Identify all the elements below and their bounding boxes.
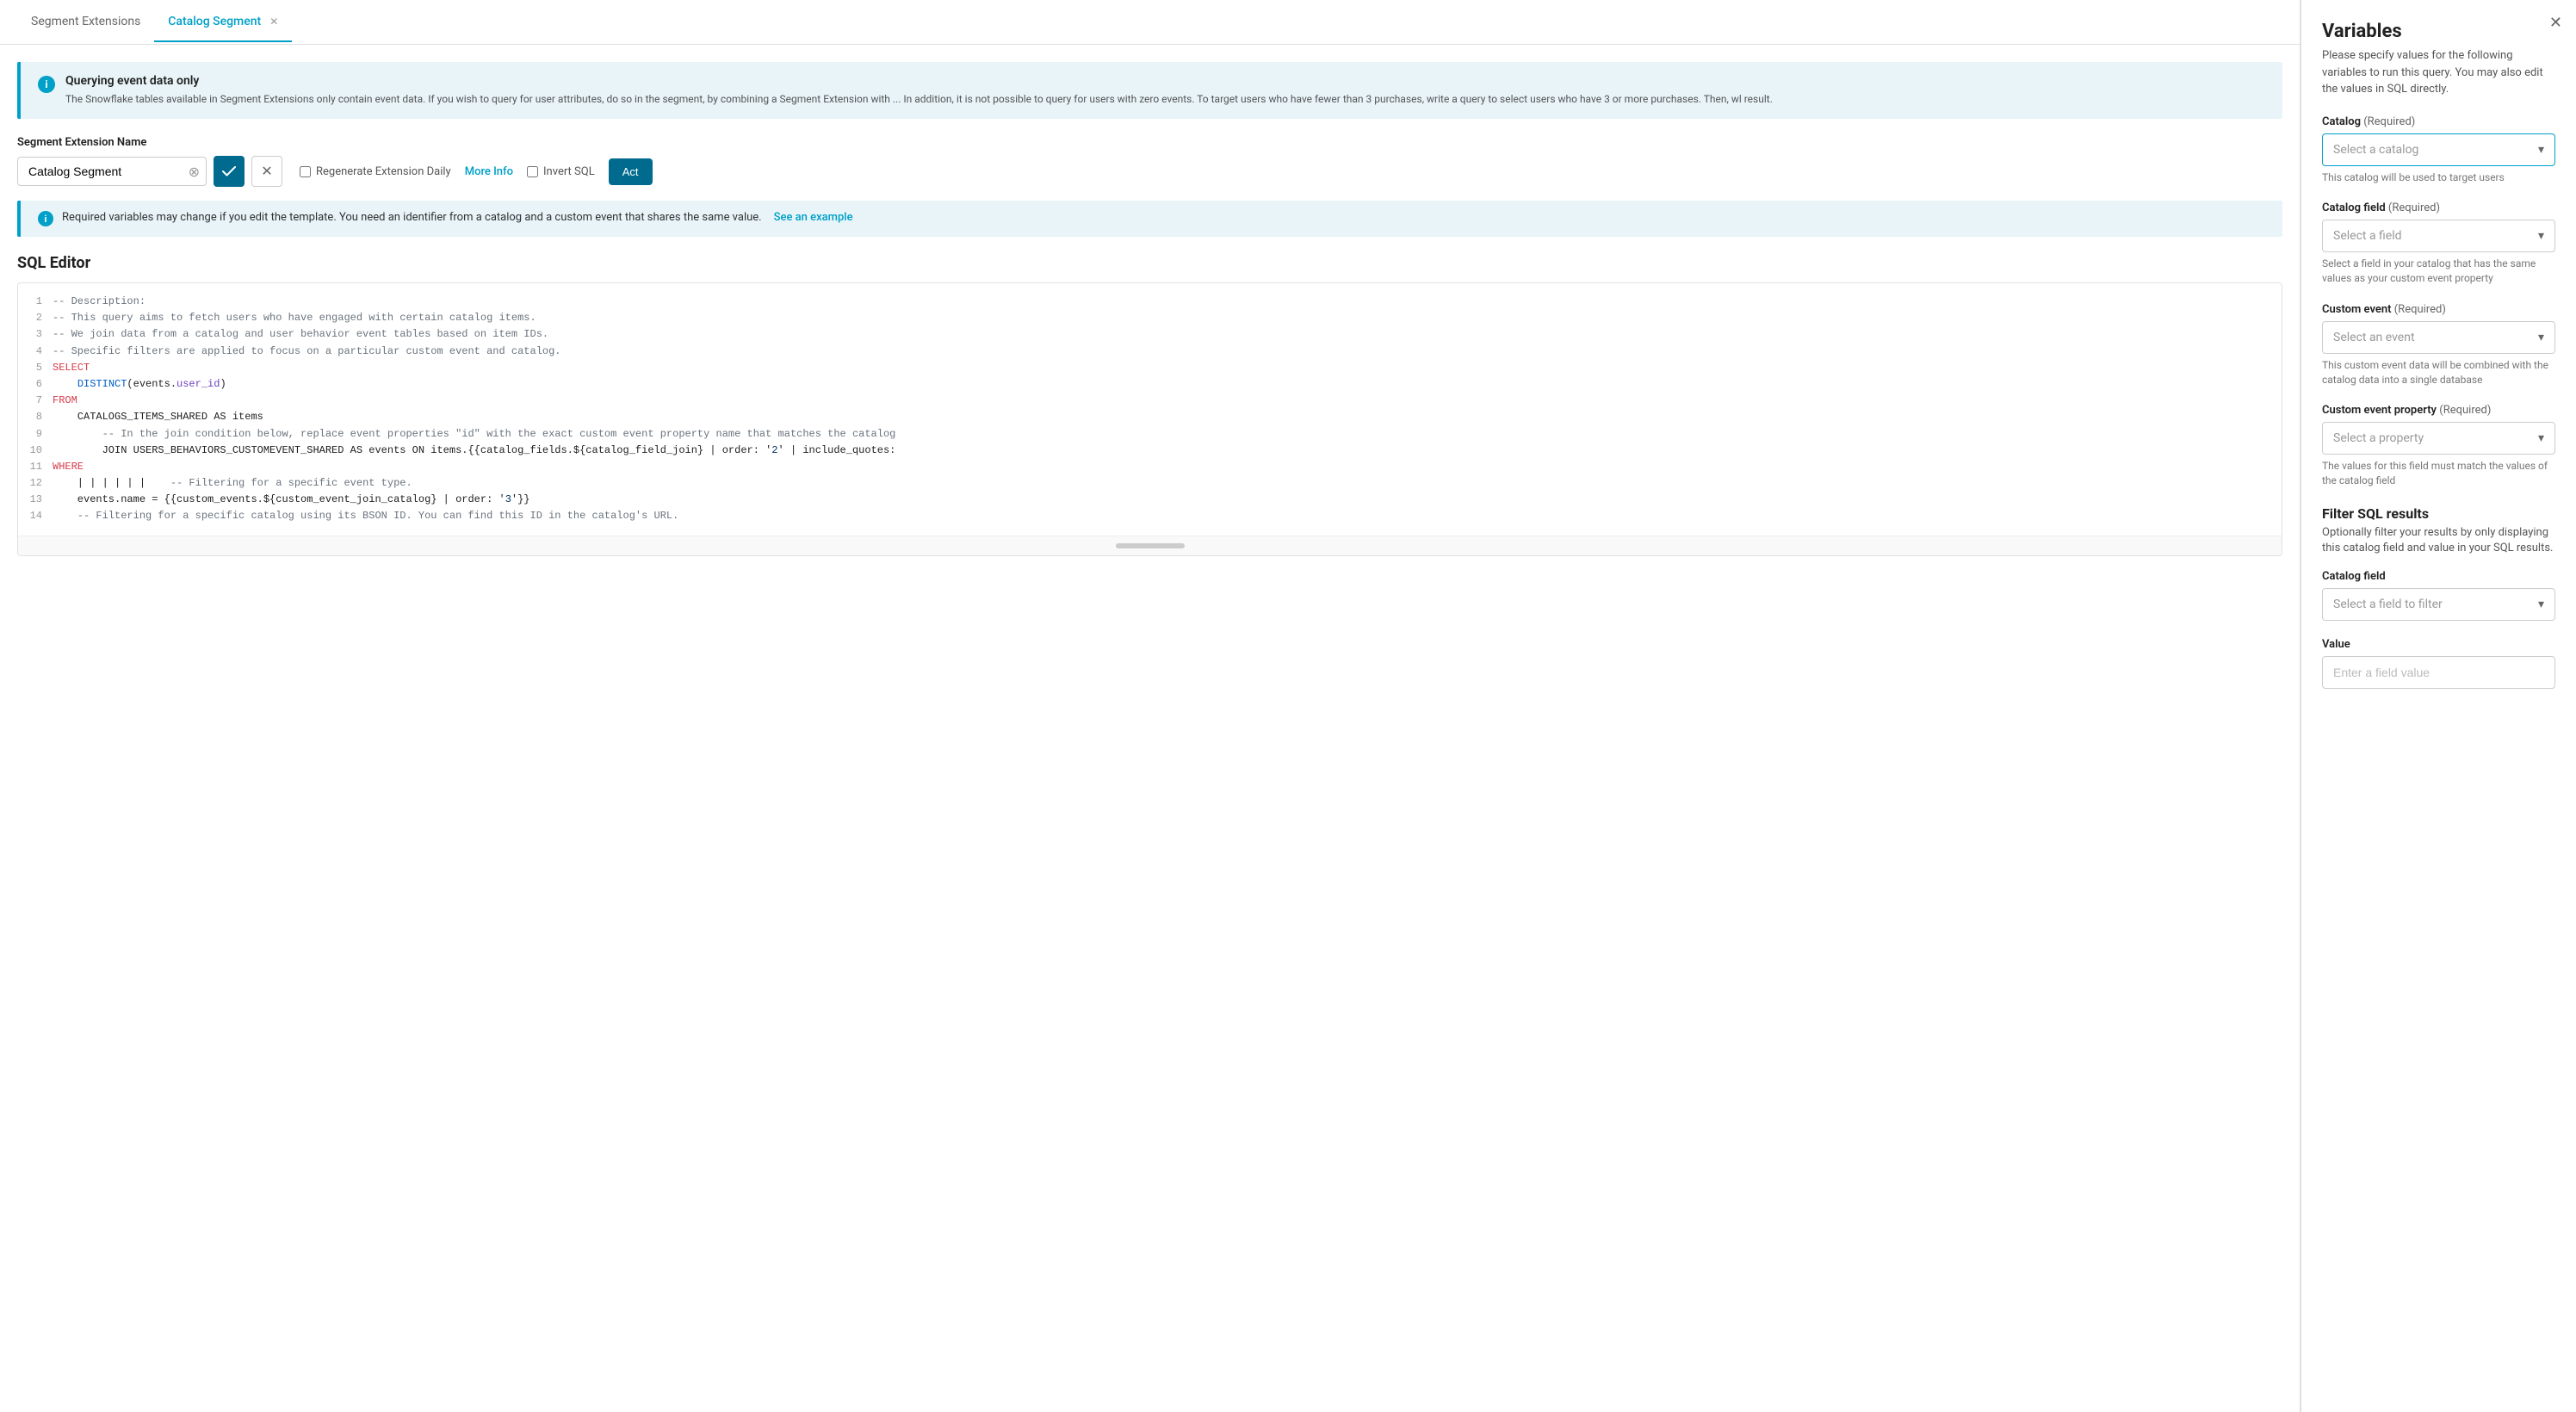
act-button[interactable]: Act bbox=[609, 158, 653, 185]
filter-section-divider: Filter SQL results Optionally filter you… bbox=[2322, 505, 2555, 556]
filter-value-label: Value bbox=[2322, 638, 2555, 651]
custom-event-hint: This custom event data will be combined … bbox=[2322, 358, 2555, 387]
sql-editor-section: SQL Editor 1 -- Description: 2 -- This q… bbox=[0, 237, 2300, 573]
name-section: Segment Extension Name ⊗ ✕ Regenerate Ex… bbox=[0, 119, 2300, 187]
req-banner: i Required variables may change if you e… bbox=[17, 201, 2282, 237]
scrollbar-area bbox=[18, 536, 2282, 555]
sql-line: 14 -- Filtering for a specific catalog u… bbox=[18, 508, 2282, 524]
regenerate-checkbox[interactable] bbox=[300, 166, 311, 177]
clear-input-icon[interactable]: ⊗ bbox=[189, 164, 200, 180]
catalog-chevron-icon: ▾ bbox=[2538, 143, 2544, 157]
req-banner-text: Required variables may change if you edi… bbox=[62, 211, 762, 224]
catalog-field-group: Catalog (Required) Select a catalog ▾ Th… bbox=[2322, 115, 2555, 185]
more-info-link[interactable]: More Info bbox=[465, 165, 513, 178]
main-content: i Querying event data only The Snowflake… bbox=[0, 45, 2300, 1412]
filter-field-chevron-icon: ▾ bbox=[2538, 598, 2544, 611]
filter-value-input[interactable] bbox=[2322, 656, 2555, 689]
catalog-field2-select[interactable]: Select a field ▾ bbox=[2322, 220, 2555, 252]
info-icon: i bbox=[38, 76, 55, 93]
custom-event-group: Custom event (Required) Select an event … bbox=[2322, 303, 2555, 387]
main-area: Segment Extensions Catalog Segment ✕ i Q… bbox=[0, 0, 2300, 1412]
scroll-thumb[interactable] bbox=[1116, 543, 1185, 548]
custom-event-required-label: (Required) bbox=[2394, 303, 2446, 316]
info-banner-title: Querying event data only bbox=[65, 74, 1773, 88]
custom-event-property-required-label: (Required) bbox=[2439, 404, 2491, 417]
tab-close-icon[interactable]: ✕ bbox=[269, 15, 278, 28]
info-banner-text: The Snowflake tables available in Segmen… bbox=[65, 91, 1773, 107]
sql-line: 5 SELECT bbox=[18, 360, 2282, 376]
sql-line: 11 WHERE bbox=[18, 459, 2282, 475]
options-row: Regenerate Extension Daily More Info Inv… bbox=[300, 158, 653, 185]
tab-catalog-segment[interactable]: Catalog Segment ✕ bbox=[154, 3, 292, 42]
catalog-field2-placeholder: Select a field bbox=[2333, 229, 2402, 243]
filter-field-group: Catalog field Select a field to filter ▾ bbox=[2322, 570, 2555, 621]
see-example-link[interactable]: See an example bbox=[774, 211, 853, 224]
custom-event-property-placeholder: Select a property bbox=[2333, 431, 2424, 445]
sql-line: 9 -- In the join condition below, replac… bbox=[18, 426, 2282, 443]
filter-field-select[interactable]: Select a field to filter ▾ bbox=[2322, 588, 2555, 621]
panel-title: Variables bbox=[2322, 21, 2555, 42]
tab-label-segment-extensions: Segment Extensions bbox=[31, 15, 140, 28]
cancel-icon: ✕ bbox=[261, 163, 272, 180]
catalog-select[interactable]: Select a catalog ▾ bbox=[2322, 133, 2555, 166]
invert-sql-checkbox[interactable] bbox=[527, 166, 538, 177]
sql-line: 13 events.name = {{custom_events.${custo… bbox=[18, 492, 2282, 508]
tab-bar: Segment Extensions Catalog Segment ✕ bbox=[0, 0, 2300, 45]
sql-line: 8 CATALOGS_ITEMS_SHARED AS items bbox=[18, 409, 2282, 425]
custom-event-select[interactable]: Select an event ▾ bbox=[2322, 321, 2555, 354]
catalog-field-label: Catalog (Required) bbox=[2322, 115, 2555, 128]
cancel-name-button[interactable]: ✕ bbox=[251, 156, 282, 187]
sql-line: 10 JOIN USERS_BEHAVIORS_CUSTOMEVENT_SHAR… bbox=[18, 443, 2282, 459]
sql-line: 3 -- We join data from a catalog and use… bbox=[18, 326, 2282, 343]
catalog-field2-chevron-icon: ▾ bbox=[2538, 229, 2544, 243]
sql-editor-title: SQL Editor bbox=[17, 254, 2282, 272]
invert-sql-checkbox-label[interactable]: Invert SQL bbox=[527, 165, 595, 178]
info-banner: i Querying event data only The Snowflake… bbox=[17, 62, 2282, 119]
info-banner-body: Querying event data only The Snowflake t… bbox=[65, 74, 1773, 107]
sql-line: 2 -- This query aims to fetch users who … bbox=[18, 310, 2282, 326]
custom-event-label: Custom event (Required) bbox=[2322, 303, 2555, 316]
tab-segment-extensions[interactable]: Segment Extensions bbox=[17, 3, 154, 42]
sql-line: 6 DISTINCT(events.user_id) bbox=[18, 376, 2282, 393]
sql-line: 12 | | | | | | -- Filtering for a specif… bbox=[18, 475, 2282, 492]
close-panel-icon[interactable]: ✕ bbox=[2549, 14, 2562, 32]
sql-line: 7 FROM bbox=[18, 393, 2282, 409]
confirm-name-button[interactable] bbox=[214, 156, 245, 187]
custom-event-property-select[interactable]: Select a property ▾ bbox=[2322, 422, 2555, 455]
tab-label-catalog-segment: Catalog Segment bbox=[168, 15, 261, 28]
segment-name-input[interactable] bbox=[17, 157, 207, 186]
name-input-wrapper: ⊗ bbox=[17, 157, 207, 186]
custom-event-property-label: Custom event property (Required) bbox=[2322, 404, 2555, 417]
custom-event-property-hint: The values for this field must match the… bbox=[2322, 459, 2555, 488]
filter-section-subtitle: Optionally filter your results by only d… bbox=[2322, 525, 2555, 556]
catalog-placeholder: Select a catalog bbox=[2333, 143, 2418, 157]
sql-line: 4 -- Specific filters are applied to foc… bbox=[18, 344, 2282, 360]
req-info-icon: i bbox=[38, 211, 53, 226]
catalog-field2-group: Catalog field (Required) Select a field … bbox=[2322, 201, 2555, 286]
catalog-field2-hint: Select a field in your catalog that has … bbox=[2322, 257, 2555, 286]
catalog-hint: This catalog will be used to target user… bbox=[2322, 170, 2555, 185]
catalog-required-label: (Required) bbox=[2363, 115, 2415, 128]
sql-editor[interactable]: 1 -- Description: 2 -- This query aims t… bbox=[17, 282, 2282, 556]
custom-event-property-group: Custom event property (Required) Select … bbox=[2322, 404, 2555, 488]
name-input-row: ⊗ ✕ Regenerate Extension Daily More Info bbox=[17, 156, 2282, 187]
sql-line: 1 -- Description: bbox=[18, 294, 2282, 310]
filter-section-title: Filter SQL results bbox=[2322, 505, 2555, 522]
filter-field-placeholder: Select a field to filter bbox=[2333, 598, 2443, 611]
catalog-field2-required-label: (Required) bbox=[2388, 201, 2440, 214]
regenerate-checkbox-label[interactable]: Regenerate Extension Daily bbox=[300, 165, 451, 178]
custom-event-chevron-icon: ▾ bbox=[2538, 331, 2544, 344]
custom-event-placeholder: Select an event bbox=[2333, 331, 2415, 344]
sql-code: 1 -- Description: 2 -- This query aims t… bbox=[18, 283, 2282, 536]
filter-field-label: Catalog field bbox=[2322, 570, 2555, 583]
catalog-field2-label: Catalog field (Required) bbox=[2322, 201, 2555, 214]
custom-event-property-chevron-icon: ▾ bbox=[2538, 431, 2544, 445]
filter-value-group: Value bbox=[2322, 638, 2555, 689]
panel-subtitle: Please specify values for the following … bbox=[2322, 47, 2555, 98]
right-panel: ✕ Variables Please specify values for th… bbox=[2300, 0, 2576, 1412]
name-section-label: Segment Extension Name bbox=[17, 136, 2282, 149]
